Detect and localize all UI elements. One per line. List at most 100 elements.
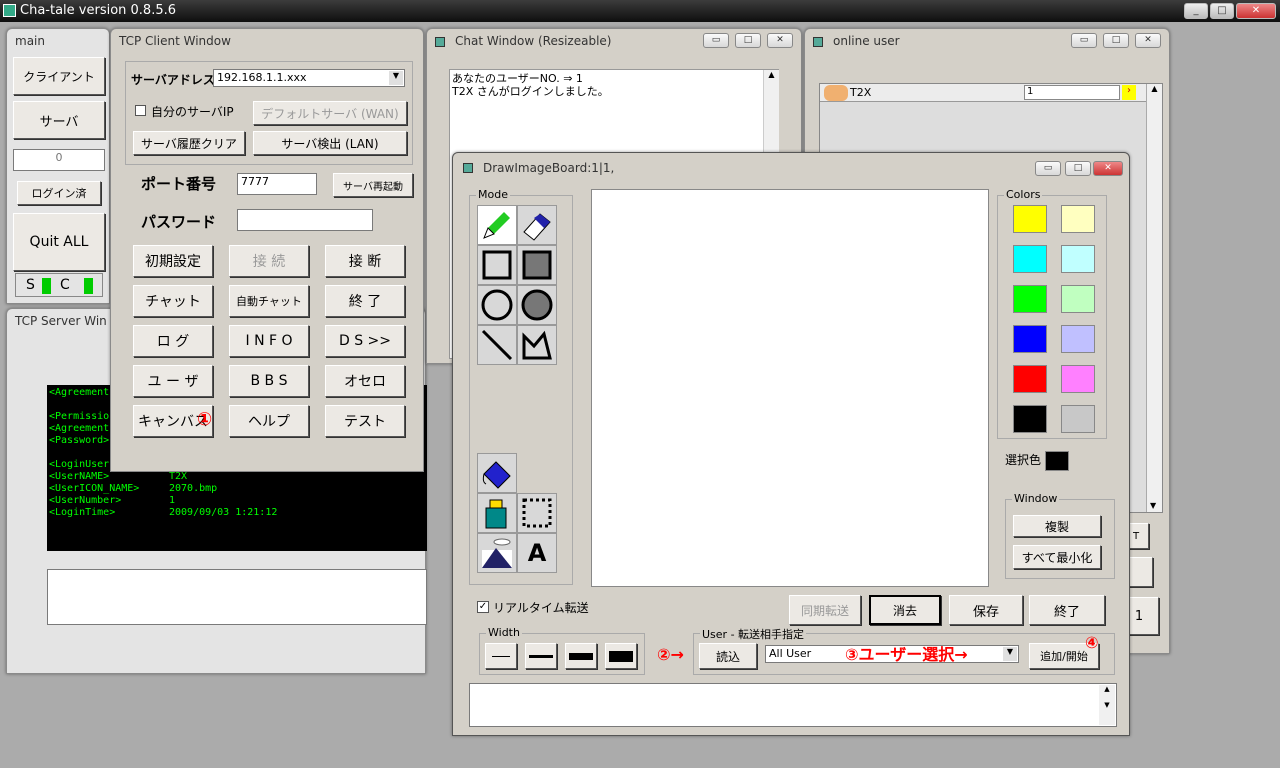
width-2-button[interactable] [525, 643, 557, 669]
init-settings-button[interactable]: 初期設定 [133, 245, 213, 277]
info-button[interactable]: I N F O [229, 325, 309, 357]
user-row[interactable]: T2X 1 › [820, 84, 1148, 102]
text-icon[interactable]: A [517, 533, 557, 573]
detect-server-button[interactable]: サーバ検出 (LAN) [253, 131, 407, 155]
quit-all-button[interactable]: Quit ALL [13, 213, 105, 271]
draw-maximize-button[interactable]: □ [1065, 161, 1091, 176]
draw-message-box[interactable] [469, 683, 1117, 727]
minimize-button[interactable]: _ [1184, 3, 1208, 19]
draw-message-scrollbar[interactable]: ▲ ▼ [1099, 685, 1115, 725]
online-close-button[interactable]: ✕ [1135, 33, 1161, 48]
width-1-button[interactable] [485, 643, 517, 669]
draw-minimize-button[interactable]: ▭ [1035, 161, 1061, 176]
load-button[interactable]: 読込 [699, 643, 757, 669]
port-field[interactable]: 7777 [237, 173, 317, 195]
maximize-button[interactable]: □ [1210, 3, 1234, 19]
chat-maximize-button[interactable]: □ [735, 33, 761, 48]
draw-window-title: DrawImageBoard:1|1, [483, 161, 615, 175]
image-icon[interactable] [477, 533, 517, 573]
bbs-button[interactable]: B B S [229, 365, 309, 397]
app-title: Cha-tale version 0.8.5.6 [20, 3, 177, 18]
rect-filled-icon[interactable] [517, 245, 557, 285]
save-button[interactable]: 保存 [949, 595, 1023, 625]
color-swatch[interactable] [1061, 285, 1095, 313]
online-minimize-button[interactable]: ▭ [1071, 33, 1097, 48]
othello-button[interactable]: オセロ [325, 365, 405, 397]
color-swatch[interactable] [1061, 405, 1095, 433]
color-swatch[interactable] [1061, 205, 1095, 233]
chevron-right-icon[interactable]: › [1122, 85, 1136, 100]
disconnect-button[interactable]: 接 断 [325, 245, 405, 277]
online-maximize-button[interactable]: □ [1103, 33, 1129, 48]
color-swatch[interactable] [1013, 285, 1047, 313]
eraser-icon[interactable] [517, 205, 557, 245]
color-swatch[interactable] [1061, 245, 1095, 273]
polygon-icon[interactable] [517, 325, 557, 365]
width-3-button[interactable] [565, 643, 597, 669]
server-input[interactable] [47, 569, 427, 625]
rect-outline-icon[interactable] [477, 245, 517, 285]
minimize-all-button[interactable]: すべて最小化 [1013, 545, 1101, 569]
server-log-line: <LoginTime> 2009/09/03 1:21:12 [49, 507, 425, 519]
password-field[interactable] [237, 209, 373, 231]
circle-outline-icon[interactable] [477, 285, 517, 325]
own-server-checkbox[interactable] [135, 105, 146, 116]
color-swatch[interactable] [1013, 365, 1047, 393]
auto-chat-button[interactable]: 自動チャット [229, 285, 309, 317]
address-select[interactable]: 192.168.1.1.xxx ▼ [213, 69, 405, 87]
chevron-down-icon[interactable]: ▼ [1003, 647, 1017, 661]
clear-button[interactable]: 消去 [869, 595, 941, 625]
server-button[interactable]: サーバ [13, 101, 105, 139]
chat-window-title: Chat Window (Resizeable) [455, 34, 612, 48]
online-window-title: online user [833, 34, 900, 48]
default-server-button[interactable]: デフォルトサーバ (WAN) [253, 101, 407, 125]
s-led [42, 278, 51, 294]
duplicate-button[interactable]: 複製 [1013, 515, 1101, 537]
color-swatch[interactable] [1013, 325, 1047, 353]
realtime-checkbox[interactable]: ✓ [477, 601, 489, 613]
marker-3: ③ユーザー選択→ [845, 645, 968, 664]
select-icon[interactable] [517, 493, 557, 533]
clear-history-button[interactable]: サーバ履歴クリア [133, 131, 245, 155]
chat-button[interactable]: チャット [133, 285, 213, 317]
line-icon[interactable] [477, 325, 517, 365]
sync-button[interactable]: 同期転送 [789, 595, 861, 625]
chevron-down-icon[interactable]: ▼ [389, 71, 403, 85]
drawing-canvas[interactable] [591, 189, 989, 587]
user-group-label: User - 転送相手指定 [700, 626, 807, 642]
help-button[interactable]: ヘルプ [229, 405, 309, 437]
end-button[interactable]: 終了 [1029, 595, 1105, 625]
server-log-value: 1 [169, 495, 176, 506]
server-log-line: <UserICON_NAME> 2070.bmp [49, 483, 425, 495]
chat-minimize-button[interactable]: ▭ [703, 33, 729, 48]
color-swatch[interactable] [1061, 325, 1095, 353]
connect-button[interactable]: 接 続 [229, 245, 309, 277]
color-swatch[interactable] [1061, 365, 1095, 393]
spray-icon[interactable] [477, 493, 517, 533]
user-list-scrollbar[interactable]: ▲ ▼ [1146, 84, 1162, 512]
server-log-line: <UserNumber> 1 [49, 495, 425, 507]
chat-close-button[interactable]: ✕ [767, 33, 793, 48]
client-button[interactable]: クライアント [13, 57, 105, 95]
log-button[interactable]: ロ グ [133, 325, 213, 357]
paint-bucket-icon[interactable] [477, 453, 517, 493]
chat-line: あなたのユーザーNO. ⇒ 1 [452, 72, 583, 85]
color-swatch[interactable] [1013, 245, 1047, 273]
server-log-key: <LoginUser [49, 459, 110, 470]
mode-label: Mode [476, 188, 510, 201]
test-button[interactable]: テスト [325, 405, 405, 437]
server-restart-button[interactable]: サーバ再起動 [333, 173, 413, 197]
color-swatch[interactable] [1013, 405, 1047, 433]
main-window-title: main [15, 34, 45, 48]
draw-close-button[interactable]: ✕ [1093, 161, 1123, 176]
pencil-icon[interactable] [477, 205, 517, 245]
draw-window-icon [463, 163, 473, 173]
close-button[interactable]: ✕ [1236, 3, 1276, 19]
exit-button[interactable]: 終 了 [325, 285, 405, 317]
circle-filled-icon[interactable] [517, 285, 557, 325]
width-4-button[interactable] [605, 643, 637, 669]
server-log-key: <Permissio [49, 411, 110, 422]
color-swatch[interactable] [1013, 205, 1047, 233]
user-button[interactable]: ユ ー ザ [133, 365, 213, 397]
ds-button[interactable]: D S >> [325, 325, 405, 357]
